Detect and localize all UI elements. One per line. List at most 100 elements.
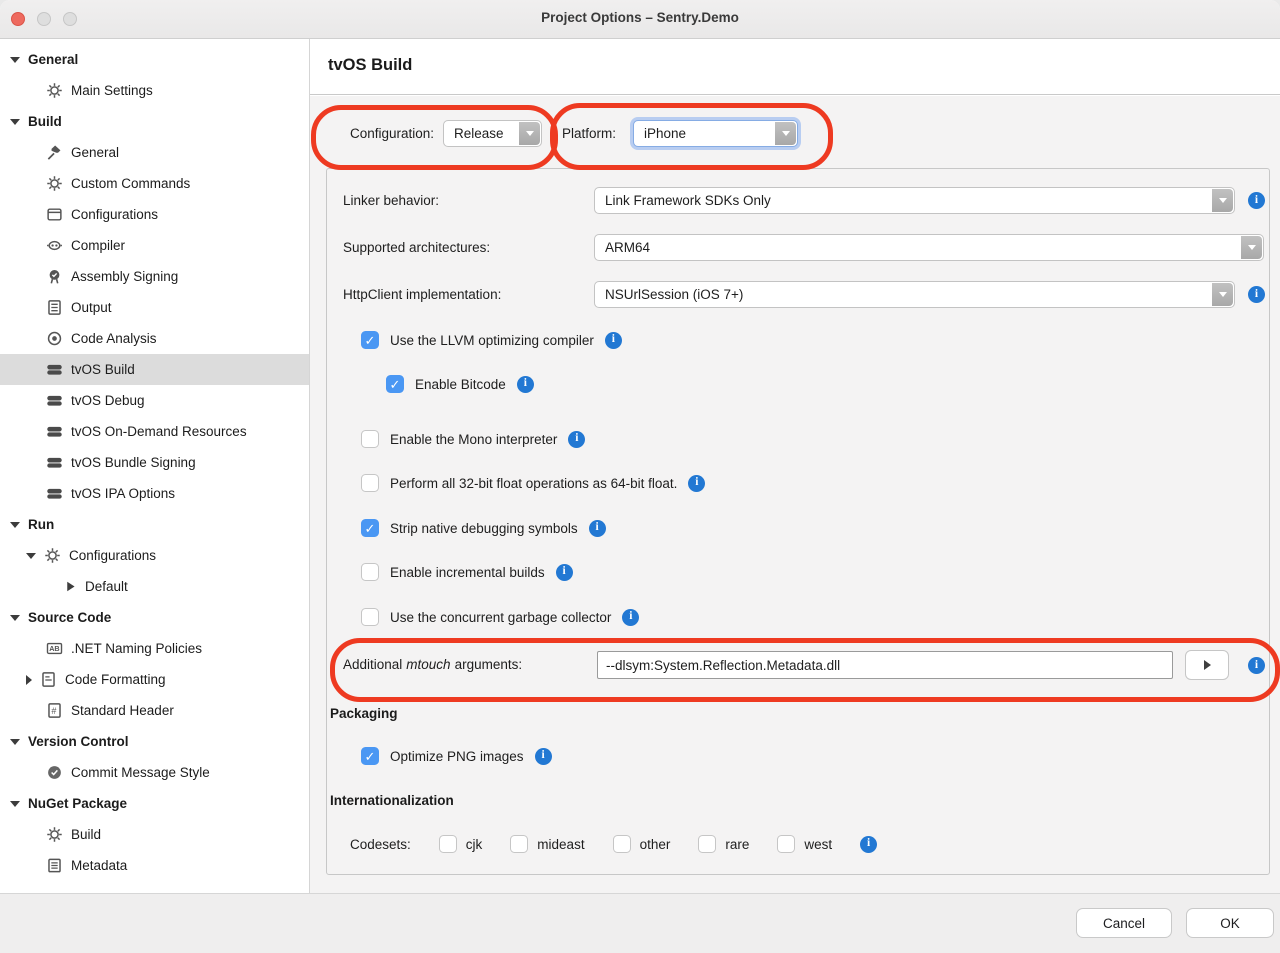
info-icon[interactable] — [1248, 657, 1265, 674]
info-icon[interactable] — [589, 520, 606, 537]
mtouch-arguments-label: Additionalmtoucharguments: — [343, 657, 522, 672]
options-sidebar: General Main Settings Build General Cust… — [0, 39, 310, 893]
codeset-rare-checkbox[interactable] — [698, 835, 716, 853]
dropdown-arrow-icon[interactable] — [1212, 283, 1233, 306]
httpclient-implementation-select[interactable]: NSUrlSession (iOS 7+) — [594, 281, 1235, 308]
sidebar-item-run-default[interactable]: Default — [0, 571, 309, 602]
codeset-other-checkbox[interactable] — [613, 835, 631, 853]
document-lines-icon — [46, 299, 63, 316]
sidebar-item-nuget-build[interactable]: Build — [0, 819, 309, 850]
mono-interpreter-checkbox[interactable] — [361, 430, 379, 448]
svg-text:AB: AB — [49, 644, 59, 653]
dropdown-arrow-icon[interactable] — [1241, 236, 1262, 259]
sidebar-item-tvos-debug[interactable]: tvOS Debug — [0, 385, 309, 416]
dropdown-arrow-icon[interactable] — [519, 122, 540, 145]
gear-icon — [46, 826, 63, 843]
sidebar-item-compiler[interactable]: Compiler — [0, 230, 309, 261]
codeset-mideast-checkbox[interactable] — [510, 835, 528, 853]
sidebar-item-output[interactable]: Output — [0, 292, 309, 323]
configuration-label: Configuration: — [350, 126, 434, 141]
concurrent-gc-checkbox[interactable] — [361, 608, 379, 626]
title-bar: Project Options – Sentry.Demo — [0, 0, 1280, 39]
supported-architectures-select[interactable]: ARM64 — [594, 234, 1264, 261]
strip-debug-symbols-checkbox[interactable] — [361, 519, 379, 537]
ok-button[interactable]: OK — [1186, 908, 1274, 938]
sidebar-item-main-settings[interactable]: Main Settings — [0, 75, 309, 106]
tvos-stack-icon — [46, 454, 63, 471]
info-icon[interactable] — [517, 376, 534, 393]
play-icon — [64, 580, 77, 593]
enable-bitcode-checkbox[interactable] — [386, 375, 404, 393]
chevron-down-icon — [10, 615, 20, 621]
info-icon[interactable] — [568, 431, 585, 448]
configuration-select[interactable]: Release — [443, 120, 542, 147]
sidebar-item-build-general[interactable]: General — [0, 137, 309, 168]
dropdown-arrow-icon[interactable] — [1212, 189, 1233, 212]
supported-architectures-label: Supported architectures: — [343, 240, 490, 255]
sidebar-item-tvos-bundle-signing[interactable]: tvOS Bundle Signing — [0, 447, 309, 478]
sidebar-item-run-configurations[interactable]: Configurations — [0, 540, 309, 571]
checkbox-row: Strip native debugging symbols — [361, 518, 606, 538]
info-icon[interactable] — [1248, 286, 1265, 303]
info-icon[interactable] — [1248, 192, 1265, 209]
sidebar-item-commit-message-style[interactable]: Commit Message Style — [0, 757, 309, 788]
sidebar-item-assembly-signing[interactable]: Assembly Signing — [0, 261, 309, 292]
tvos-stack-icon — [46, 392, 63, 409]
sidebar-group-general[interactable]: General — [0, 44, 309, 75]
info-icon[interactable] — [860, 836, 877, 853]
window-icon — [46, 206, 63, 223]
sidebar-group-version-control[interactable]: Version Control — [0, 726, 309, 757]
project-options-window: Project Options – Sentry.Demo General Ma… — [0, 0, 1280, 953]
sidebar-item-net-naming-policies[interactable]: AB.NET Naming Policies — [0, 633, 309, 664]
tvos-stack-icon — [46, 485, 63, 502]
svg-text:#: # — [51, 706, 56, 716]
sidebar-item-tvos-ipa-options[interactable]: tvOS IPA Options — [0, 478, 309, 509]
codeset-west-checkbox[interactable] — [777, 835, 795, 853]
linker-behavior-label: Linker behavior: — [343, 193, 439, 208]
gear-icon — [44, 547, 61, 564]
float-64bit-checkbox[interactable] — [361, 474, 379, 492]
page-title: tvOS Build — [310, 39, 1280, 75]
menu-document-icon — [46, 857, 63, 874]
llvm-compiler-checkbox[interactable] — [361, 331, 379, 349]
mtouch-expand-button[interactable] — [1185, 650, 1229, 680]
chevron-down-icon — [10, 119, 20, 125]
codesets-row: Codesets: cjk mideast other rare west — [350, 833, 877, 855]
document-dash-icon — [40, 671, 57, 688]
sidebar-item-tvos-on-demand-resources[interactable]: tvOS On-Demand Resources — [0, 416, 309, 447]
checkbox-row: Use the concurrent garbage collector — [361, 607, 639, 627]
sidebar-item-nuget-metadata[interactable]: Metadata — [0, 850, 309, 881]
cancel-button[interactable]: Cancel — [1076, 908, 1172, 938]
sidebar-group-source-code[interactable]: Source Code — [0, 602, 309, 633]
info-icon[interactable] — [605, 332, 622, 349]
sidebar-item-tvos-build[interactable]: tvOS Build — [0, 354, 309, 385]
hash-document-icon: # — [46, 702, 63, 719]
internationalization-section-title: Internationalization — [330, 793, 454, 808]
info-icon[interactable] — [556, 564, 573, 581]
sidebar-item-custom-commands[interactable]: Custom Commands — [0, 168, 309, 199]
info-icon[interactable] — [535, 748, 552, 765]
info-icon[interactable] — [688, 475, 705, 492]
sidebar-group-nuget-package[interactable]: NuGet Package — [0, 788, 309, 819]
platform-select[interactable]: iPhone — [633, 120, 798, 147]
mtouch-arguments-input[interactable] — [597, 651, 1173, 679]
dropdown-arrow-icon[interactable] — [775, 122, 796, 145]
sidebar-item-code-analysis[interactable]: Code Analysis — [0, 323, 309, 354]
sidebar-group-run[interactable]: Run — [0, 509, 309, 540]
sidebar-group-build[interactable]: Build — [0, 106, 309, 137]
linker-behavior-select[interactable]: Link Framework SDKs Only — [594, 187, 1235, 214]
chevron-down-icon — [10, 57, 20, 63]
incremental-builds-checkbox[interactable] — [361, 563, 379, 581]
optimize-png-checkbox[interactable] — [361, 747, 379, 765]
badge-check-icon — [46, 268, 63, 285]
codeset-cjk-checkbox[interactable] — [439, 835, 457, 853]
radio-dot-icon — [46, 330, 63, 347]
sidebar-item-configurations[interactable]: Configurations — [0, 199, 309, 230]
sidebar-item-standard-header[interactable]: #Standard Header — [0, 695, 309, 726]
sidebar-item-code-formatting[interactable]: Code Formatting — [0, 664, 309, 695]
packaging-section-title: Packaging — [330, 706, 398, 721]
info-icon[interactable] — [622, 609, 639, 626]
check-circle-icon — [46, 764, 63, 781]
tvos-stack-icon — [46, 423, 63, 440]
hammer-icon — [46, 144, 63, 161]
